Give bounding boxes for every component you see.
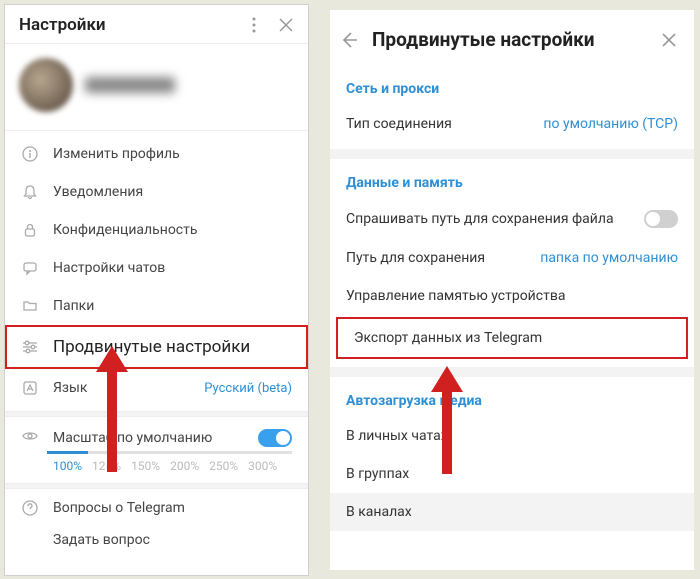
row-label: В личных чатах (346, 428, 678, 444)
item-label: Задать вопрос (53, 532, 292, 548)
chat-icon (21, 259, 39, 277)
settings-item-notifications[interactable]: Уведомления (5, 173, 308, 211)
item-label: Продвинутые настройки (53, 337, 292, 357)
row-ask-download-path[interactable]: Спрашивать путь для сохранения файла (330, 199, 694, 239)
section-automedia: Автозагрузка медиа В личных чатах В груп… (330, 377, 694, 537)
item-label: Конфиденциальность (53, 222, 292, 238)
bell-icon (21, 183, 39, 201)
avatar (19, 58, 73, 112)
row-export-data[interactable]: Экспорт данных из Telegram (336, 317, 688, 359)
folder-icon (21, 297, 39, 315)
language-icon (21, 379, 39, 397)
settings-item-language[interactable]: Язык Русский (beta) (5, 369, 308, 407)
scale-value: 100% (53, 459, 82, 473)
scale-value: 200% (170, 459, 199, 473)
row-label: Тип соединения (346, 116, 533, 132)
item-label: Изменить профиль (53, 146, 292, 162)
settings-item-privacy[interactable]: Конфиденциальность (5, 211, 308, 249)
scale-row[interactable]: Масштаб по умолчанию (5, 417, 308, 453)
annotation-arrow-left (92, 342, 132, 482)
profile-name (85, 77, 175, 93)
row-label: В группах (346, 466, 678, 482)
advanced-title: Продвинутые настройки (372, 28, 646, 51)
row-download-path[interactable]: Путь для сохранения папка по умолчанию (330, 239, 694, 277)
lock-icon (21, 221, 39, 239)
settings-item-advanced[interactable]: Продвинутые настройки (5, 325, 308, 369)
sliders-icon (21, 338, 39, 356)
toggle-off[interactable] (644, 210, 678, 228)
section-title: Данные и память (330, 169, 694, 199)
annotation-arrow-right (427, 362, 467, 482)
section-title: Автозагрузка медиа (330, 387, 694, 417)
help-icon (21, 499, 39, 517)
advanced-settings-panel: Продвинутые настройки Сеть и прокси Тип … (330, 10, 694, 570)
close-icon[interactable] (658, 29, 680, 51)
info-icon (21, 145, 39, 163)
row-label: Экспорт данных из Telegram (354, 330, 670, 346)
settings-item-faq[interactable]: Вопросы о Telegram (5, 489, 308, 527)
row-connection-type[interactable]: Тип соединения по умолчанию (TCP) (330, 105, 694, 143)
close-icon[interactable] (278, 17, 294, 33)
advanced-header: Продвинутые настройки (330, 10, 694, 65)
row-value: по умолчанию (TCP) (543, 116, 678, 132)
settings-item-chat-settings[interactable]: Настройки чатов (5, 249, 308, 287)
scale-values[interactable]: 100% 125% 150% 200% 250% 300% (5, 453, 308, 483)
more-menu-icon[interactable] (246, 17, 262, 33)
scale-value: 300% (248, 459, 277, 473)
section-title: Сеть и прокси (330, 75, 694, 105)
profile-area[interactable] (5, 44, 308, 131)
item-value: Русский (beta) (204, 381, 292, 396)
settings-title: Настройки (19, 15, 106, 35)
section-network: Сеть и прокси Тип соединения по умолчани… (330, 65, 694, 159)
row-private-chats[interactable]: В личных чатах (330, 417, 694, 455)
row-label: Путь для сохранения (346, 250, 530, 266)
settings-item-ask[interactable]: Задать вопрос (5, 527, 308, 559)
scale-label: Масштаб по умолчанию (53, 430, 244, 446)
scale-value: 250% (209, 459, 238, 473)
blank-icon (21, 531, 39, 549)
row-groups[interactable]: В группах (330, 455, 694, 493)
settings-item-folders[interactable]: Папки (5, 287, 308, 325)
section-data-memory: Данные и память Спрашивать путь для сохр… (330, 159, 694, 377)
settings-list: Изменить профиль Уведомления Конфиденциа… (5, 131, 308, 411)
item-label: Настройки чатов (53, 260, 292, 276)
item-label: Уведомления (53, 184, 292, 200)
row-manage-storage[interactable]: Управление памятью устройства (330, 277, 694, 315)
row-channels[interactable]: В каналах (330, 493, 694, 531)
row-label: Спрашивать путь для сохранения файла (346, 211, 634, 227)
row-value: папка по умолчанию (540, 250, 678, 266)
row-label: Управление памятью устройства (346, 288, 678, 304)
eye-icon (21, 427, 39, 449)
back-arrow-icon[interactable] (338, 29, 360, 51)
settings-header: Настройки (5, 5, 308, 44)
row-label: В каналах (346, 504, 678, 520)
item-label: Папки (53, 298, 292, 314)
scale-value: 150% (131, 459, 160, 473)
settings-item-edit-profile[interactable]: Изменить профиль (5, 135, 308, 173)
settings-panel: Настройки Изменить профиль Уведомления (4, 4, 309, 576)
scale-toggle[interactable] (258, 429, 292, 447)
item-label: Вопросы о Telegram (53, 500, 292, 516)
header-actions (246, 17, 294, 33)
